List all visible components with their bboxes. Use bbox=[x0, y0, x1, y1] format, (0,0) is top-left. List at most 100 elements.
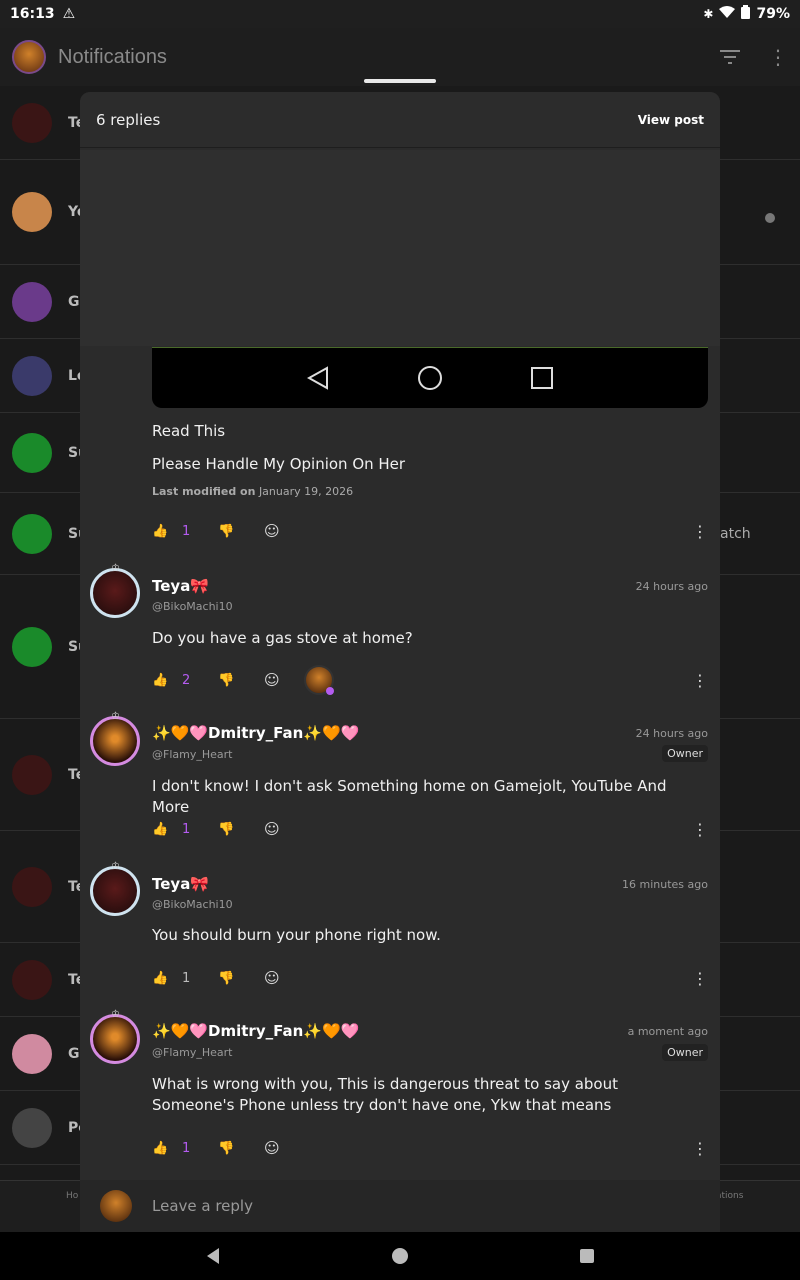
avatar bbox=[100, 1190, 132, 1222]
add-reaction-icon[interactable]: ☺ bbox=[264, 522, 280, 540]
more-options-icon[interactable]: ⋮ bbox=[692, 1139, 708, 1158]
avatar bbox=[12, 1033, 52, 1074]
avatar[interactable]: ♔ bbox=[90, 563, 140, 618]
status-right: ✱ 79% bbox=[703, 5, 790, 23]
comment-time: 24 hours ago bbox=[635, 727, 708, 740]
comment-actions: 👍 1 👎 ☺ ⋮ bbox=[152, 818, 708, 840]
avatar bbox=[12, 102, 52, 143]
comment-author[interactable]: ✨🧡🩷Dmitry_Fan✨🧡🩷 bbox=[152, 724, 359, 742]
avatar bbox=[12, 626, 52, 667]
add-reaction-icon[interactable]: ☺ bbox=[264, 671, 280, 689]
thumbs-up-icon[interactable]: 👍 bbox=[152, 971, 170, 986]
comment-handle[interactable]: @BikoMachi10 bbox=[152, 600, 233, 613]
like-count: 1 bbox=[182, 821, 191, 837]
back-icon[interactable] bbox=[205, 1247, 221, 1265]
more-options-icon[interactable]: ⋮ bbox=[692, 522, 708, 541]
comment-time: a moment ago bbox=[627, 1025, 708, 1038]
thumbs-up-icon[interactable]: 👍 bbox=[152, 673, 170, 688]
thumbs-down-icon[interactable]: 👎 bbox=[218, 1141, 238, 1156]
home-icon[interactable] bbox=[391, 1247, 409, 1265]
unread-dot bbox=[765, 213, 775, 223]
avatar bbox=[12, 432, 52, 473]
post-line-1: Read This bbox=[152, 422, 226, 440]
thumbs-down-icon[interactable]: 👎 bbox=[218, 673, 238, 688]
reaction-avatar[interactable] bbox=[303, 665, 334, 695]
comment-body: Do you have a gas stove at home? bbox=[152, 629, 413, 647]
home-circle-icon bbox=[418, 366, 442, 390]
more-vert-icon[interactable]: ⋮ bbox=[768, 45, 788, 69]
thumbs-down-icon[interactable]: 👎 bbox=[218, 971, 238, 986]
sheet-drag-handle[interactable] bbox=[364, 79, 436, 83]
avatar bbox=[12, 281, 52, 322]
comment-time: 16 minutes ago bbox=[622, 878, 708, 891]
add-reaction-icon[interactable]: ☺ bbox=[264, 1139, 280, 1157]
avatar bbox=[12, 754, 52, 795]
thumbs-up-icon[interactable]: 👍 bbox=[152, 524, 170, 539]
avatar bbox=[12, 192, 52, 232]
avatar bbox=[12, 355, 52, 396]
modified-date: January 19, 2026 bbox=[258, 485, 354, 498]
reply-input[interactable]: Leave a reply bbox=[152, 1197, 253, 1215]
reply-bar: Leave a reply bbox=[80, 1180, 720, 1232]
avatar[interactable]: ♔ bbox=[90, 1009, 140, 1064]
modified-label: Last modified on bbox=[152, 485, 256, 498]
more-options-icon[interactable]: ⋮ bbox=[692, 969, 708, 988]
badge-icon: ♔ bbox=[111, 1009, 120, 1020]
thumbs-up-icon[interactable]: 👍 bbox=[152, 822, 170, 837]
like-count: 1 bbox=[182, 523, 191, 539]
app-bar: Notifications ⋮ bbox=[0, 28, 800, 86]
avatar[interactable]: ♔ bbox=[90, 711, 140, 766]
post-modified: Last modified on January 19, 2026 bbox=[152, 485, 353, 498]
avatar[interactable]: ♔ bbox=[90, 861, 140, 916]
comment-actions: 👍 2 👎 ☺ ⋮ bbox=[152, 665, 708, 695]
list-item-label: G bbox=[68, 1045, 80, 1062]
thumbs-down-icon[interactable]: 👎 bbox=[218, 822, 238, 837]
avatar bbox=[12, 959, 52, 1000]
avatar bbox=[12, 513, 52, 554]
badge-icon: ♔ bbox=[111, 563, 120, 574]
post-line-2: Please Handle My Opinion On Her bbox=[152, 455, 406, 473]
recents-icon[interactable] bbox=[579, 1248, 595, 1264]
like-count: 1 bbox=[182, 970, 191, 986]
comment-actions: 👍 1 👎 ☺ ⋮ bbox=[152, 1137, 708, 1159]
avatar bbox=[12, 866, 52, 907]
thumbs-up-icon[interactable]: 👍 bbox=[152, 1141, 170, 1156]
status-bar: 16:13 ⚠ ✱ 79% bbox=[0, 0, 800, 28]
system-nav-bar bbox=[0, 1232, 800, 1280]
replies-sheet: 6 replies View post Read This Please Han… bbox=[80, 92, 720, 1232]
status-time: 16:13 bbox=[10, 6, 55, 22]
battery-icon bbox=[741, 5, 751, 23]
comment-body: I don't know! I don't ask Something home… bbox=[152, 777, 667, 816]
wifi-icon bbox=[719, 6, 736, 22]
user-avatar[interactable] bbox=[12, 40, 46, 74]
bluetooth-icon: ✱ bbox=[703, 7, 714, 21]
post-media-navbar bbox=[152, 347, 708, 408]
nav-home-label[interactable]: Ho bbox=[66, 1191, 78, 1201]
nav-notifications-label[interactable]: ations bbox=[716, 1191, 743, 1201]
warning-icon: ⚠ bbox=[62, 6, 76, 22]
more-options-icon[interactable]: ⋮ bbox=[692, 671, 708, 690]
battery-level: 79% bbox=[756, 6, 790, 22]
comment-author[interactable]: ✨🧡🩷Dmitry_Fan✨🧡🩷 bbox=[152, 1022, 359, 1040]
comment-author[interactable]: Teya🎀 bbox=[152, 577, 209, 595]
comment-time: 24 hours ago bbox=[635, 580, 708, 593]
like-count: 2 bbox=[182, 672, 191, 688]
comment-handle[interactable]: @Flamy_Heart bbox=[152, 748, 232, 761]
thumbs-down-icon[interactable]: 👎 bbox=[218, 524, 238, 539]
post-actions: 👍 1 👎 ☺ ⋮ bbox=[152, 520, 708, 542]
like-count: 1 bbox=[182, 1140, 191, 1156]
more-options-icon[interactable]: ⋮ bbox=[692, 820, 708, 839]
view-post-button[interactable]: View post bbox=[638, 113, 704, 127]
comment-handle[interactable]: @Flamy_Heart bbox=[152, 1046, 232, 1059]
list-item-label: G bbox=[68, 293, 80, 310]
comment-handle[interactable]: @BikoMachi10 bbox=[152, 898, 233, 911]
filter-icon[interactable] bbox=[720, 45, 740, 69]
comment-author[interactable]: Teya🎀 bbox=[152, 875, 209, 893]
post-media[interactable] bbox=[80, 150, 720, 346]
add-reaction-icon[interactable]: ☺ bbox=[264, 820, 280, 838]
back-triangle-icon bbox=[307, 366, 328, 390]
add-reaction-icon[interactable]: ☺ bbox=[264, 969, 280, 987]
recents-square-icon bbox=[531, 367, 553, 389]
avatar bbox=[12, 1107, 52, 1148]
badge-icon: ♔ bbox=[111, 861, 120, 872]
